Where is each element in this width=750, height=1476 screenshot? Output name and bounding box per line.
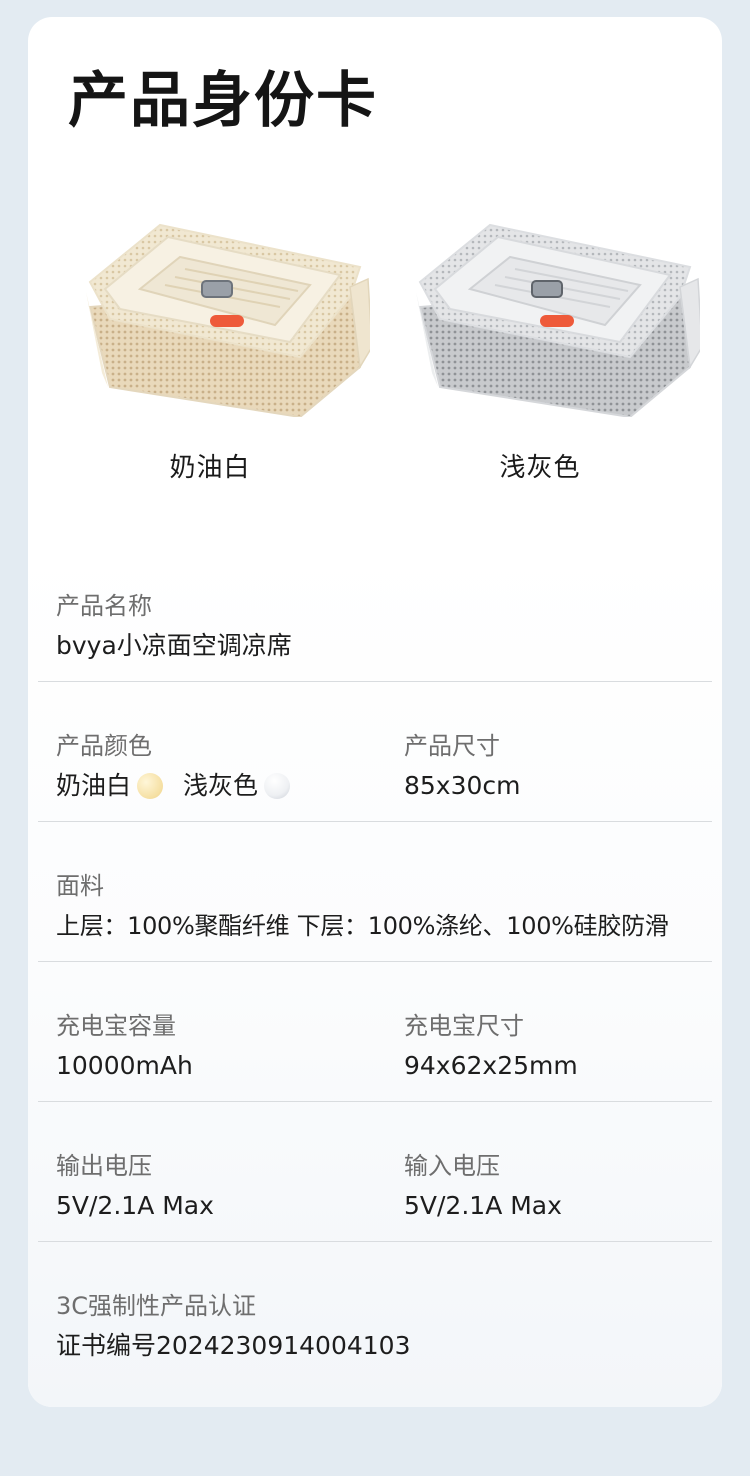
spec-cell-fabric: 面料 上层：100%聚酯纤维 下层：100%涤纶、100%硅胶防滑 (56, 870, 669, 942)
color-option-grey-label: 浅灰色 (183, 771, 259, 800)
color-option-cream-label: 奶油白 (56, 771, 132, 800)
spec-row-name: 产品名称 bvya小凉面空调凉席 (38, 542, 712, 682)
spec-value: 94x62x25mm (404, 1051, 578, 1080)
spec-cell-battery-capacity: 充电宝容量 10000mAh (56, 1010, 193, 1082)
spec-cell-certification: 3C强制性产品认证 证书编号2024230914004103 (56, 1290, 411, 1362)
spec-label: 产品尺寸 (404, 732, 500, 760)
product-name-grey: 浅灰色 (499, 453, 581, 483)
spec-label: 充电宝尺寸 (404, 1012, 524, 1040)
spec-value: 10000mAh (56, 1051, 193, 1080)
page-title: 产品身份卡 (68, 66, 378, 136)
spec-value-colors: 奶油白 浅灰色 (56, 770, 310, 802)
cream-cooling-mat-image (86, 223, 370, 417)
spec-value: 5V/2.1A Max (56, 1191, 214, 1220)
spec-row-fabric: 面料 上层：100%聚酯纤维 下层：100%涤纶、100%硅胶防滑 (38, 822, 712, 962)
spec-label: 产品颜色 (56, 732, 152, 760)
spec-table: 产品名称 bvya小凉面空调凉席 产品颜色 奶油白 浅灰色 产品尺寸 85x30c… (28, 542, 722, 1407)
spec-label: 输出电压 (56, 1152, 152, 1180)
spec-value: 85x30cm (404, 771, 521, 800)
spec-row-certification: 3C强制性产品认证 证书编号2024230914004103 (38, 1242, 712, 1381)
spec-value: 5V/2.1A Max (404, 1191, 562, 1220)
spec-label: 3C强制性产品认证 (56, 1292, 257, 1320)
grey-cooling-mat-image (416, 223, 700, 417)
spec-cell-output-voltage: 输出电压 5V/2.1A Max (56, 1150, 214, 1222)
product-name-cream: 奶油白 (169, 453, 251, 483)
grey-color-swatch (264, 773, 291, 799)
spec-label: 面料 (56, 872, 104, 900)
spec-row-voltage: 输出电压 5V/2.1A Max 输入电压 5V/2.1A Max (38, 1102, 712, 1242)
cream-color-swatch (137, 773, 164, 799)
spec-label: 输入电压 (404, 1152, 500, 1180)
spec-value: 上层：100%聚酯纤维 下层：100%涤纶、100%硅胶防滑 (56, 912, 669, 940)
product-grey: 浅灰色 (380, 197, 700, 497)
spec-row-battery: 充电宝容量 10000mAh 充电宝尺寸 94x62x25mm (38, 962, 712, 1102)
spec-label: 产品名称 (56, 592, 152, 620)
spec-value: 证书编号2024230914004103 (56, 1331, 411, 1360)
spec-cell-product-size: 产品尺寸 85x30cm (404, 730, 521, 802)
spec-cell-product-color: 产品颜色 奶油白 浅灰色 (56, 730, 310, 802)
product-cream: 奶油白 (50, 197, 370, 497)
spec-value: bvya小凉面空调凉席 (56, 631, 292, 660)
product-id-card: 产品身份卡 奶油白 浅灰色 产品名称 bvya小凉面空调凉席 产品颜色 奶油白 … (28, 17, 722, 1407)
spec-label: 充电宝容量 (56, 1012, 176, 1040)
spec-cell-input-voltage: 输入电压 5V/2.1A Max (404, 1150, 562, 1222)
spec-cell-battery-size: 充电宝尺寸 94x62x25mm (404, 1010, 578, 1082)
spec-cell-product-name: 产品名称 bvya小凉面空调凉席 (56, 590, 292, 662)
spec-row-color-size: 产品颜色 奶油白 浅灰色 产品尺寸 85x30cm (38, 682, 712, 822)
